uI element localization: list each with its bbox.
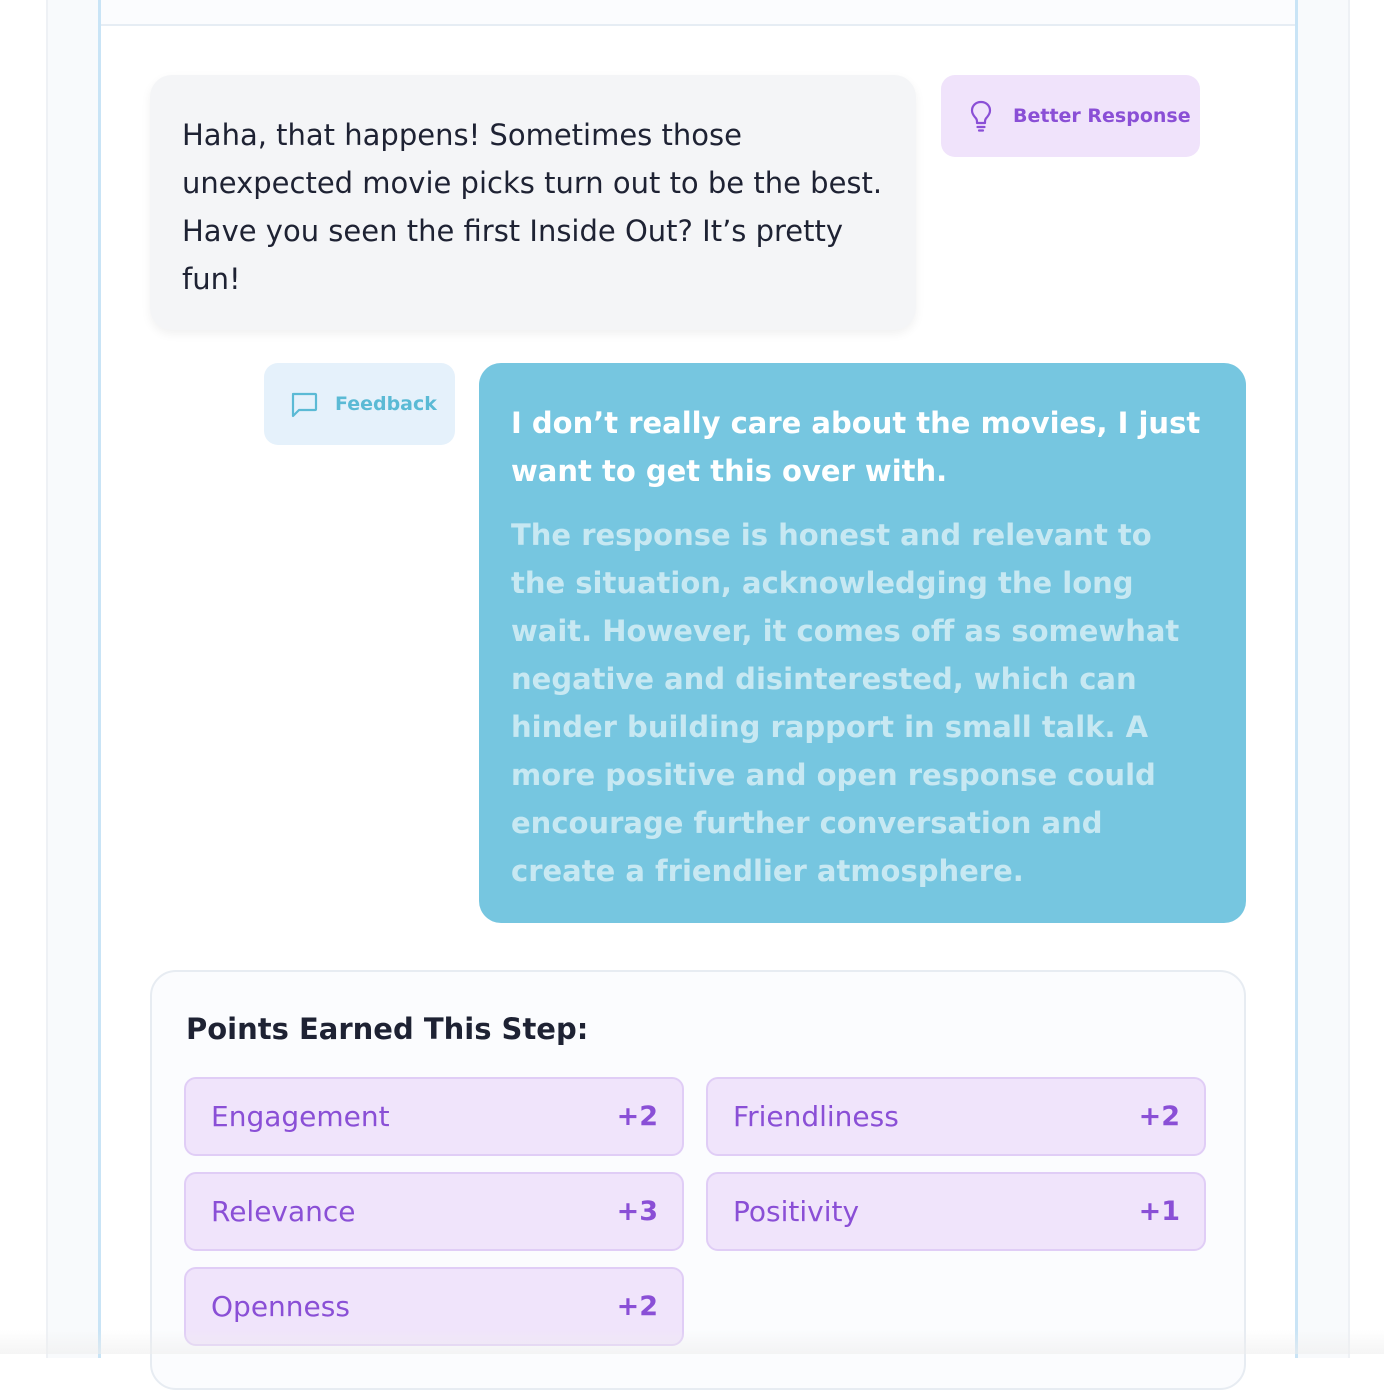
points-chip-label: Engagement: [211, 1100, 390, 1133]
panel-header: [101, 0, 1295, 26]
better-response-label: Better Response: [1013, 105, 1191, 127]
points-chip-value: +3: [616, 1196, 658, 1227]
points-chip-label: Positivity: [733, 1195, 860, 1228]
message-square-icon: [291, 392, 318, 418]
bot-message-bubble: Haha, that happens! Sometimes those unex…: [150, 75, 916, 330]
points-chip-relevance: Relevance +3: [184, 1172, 684, 1251]
feedback-button[interactable]: Feedback: [264, 363, 455, 445]
lightbulb-icon: [970, 100, 992, 132]
points-chip-positivity: Positivity +1: [706, 1172, 1206, 1251]
points-chip-value: +2: [616, 1291, 658, 1322]
points-chip-value: +1: [1138, 1196, 1180, 1227]
better-response-button[interactable]: Better Response: [941, 75, 1200, 157]
user-message-feedback: The response is honest and relevant to t…: [511, 518, 1180, 888]
points-chip-label: Relevance: [211, 1195, 356, 1228]
feedback-label: Feedback: [335, 393, 437, 415]
points-title: Points Earned This Step:: [186, 1012, 589, 1046]
points-chip-engagement: Engagement +2: [184, 1077, 684, 1156]
bottom-scroll-shadow: [0, 1330, 1384, 1354]
points-chip-value: +2: [616, 1101, 658, 1132]
points-card: Points Earned This Step: Engagement +2 F…: [150, 970, 1246, 1390]
points-chip-friendliness: Friendliness +2: [706, 1077, 1206, 1156]
points-chip-label: Friendliness: [733, 1100, 899, 1133]
points-chip-value: +2: [1138, 1101, 1180, 1132]
user-message-bubble: I don’t really care about the movies, I …: [479, 363, 1246, 923]
user-message-text: I don’t really care about the movies, I …: [511, 406, 1201, 488]
points-chip-label: Openness: [211, 1290, 350, 1323]
bot-message-text: Haha, that happens! Sometimes those unex…: [182, 118, 883, 296]
